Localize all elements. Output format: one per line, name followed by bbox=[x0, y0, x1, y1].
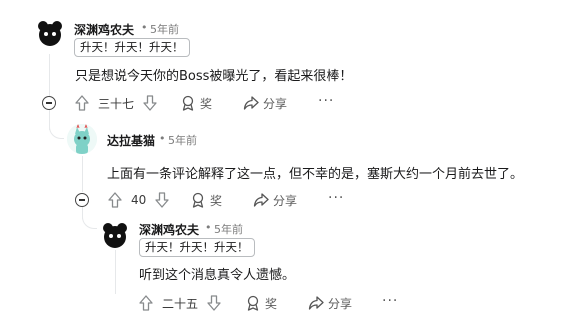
comment-author[interactable]: 深渊鸡农夫 bbox=[139, 221, 199, 238]
user-flair: 升天！升天！升天！ bbox=[139, 238, 255, 257]
comment-timestamp[interactable]: 5年前 bbox=[150, 21, 179, 37]
avatar[interactable] bbox=[100, 220, 130, 250]
vote-controls: 三十七 bbox=[75, 93, 157, 113]
teal-cat-avatar-icon bbox=[67, 124, 97, 154]
minus-icon bbox=[46, 102, 52, 104]
user-flair: 升天！升天！升天！ bbox=[74, 38, 190, 57]
thread-line-reply-2 bbox=[115, 250, 116, 294]
separator-dot: • bbox=[159, 132, 166, 145]
upvote-icon[interactable] bbox=[139, 295, 153, 311]
separator-dot: • bbox=[141, 21, 148, 34]
avatar[interactable] bbox=[67, 124, 97, 154]
award-button[interactable]: 奖 bbox=[180, 93, 212, 113]
share-label: 分享 bbox=[328, 296, 353, 311]
comment-author[interactable]: 达拉基猫 bbox=[107, 132, 155, 149]
award-label: 奖 bbox=[265, 296, 278, 311]
vote-count: 三十七 bbox=[98, 96, 135, 111]
thread-line-root bbox=[49, 54, 50, 97]
comment-author[interactable]: 深渊鸡农夫 bbox=[74, 21, 134, 38]
share-label: 分享 bbox=[273, 193, 298, 208]
more-options-button[interactable]: ··· bbox=[382, 293, 398, 309]
black-creature-avatar-icon bbox=[35, 18, 65, 48]
award-icon bbox=[247, 295, 259, 311]
award-button[interactable]: 奖 bbox=[190, 190, 222, 210]
award-icon bbox=[192, 192, 204, 208]
share-label: 分享 bbox=[263, 96, 288, 111]
downvote-icon[interactable] bbox=[155, 192, 169, 208]
share-button[interactable]: 分享 bbox=[253, 190, 297, 210]
comment-body: 听到这个消息真令人遗憾。 bbox=[139, 268, 296, 283]
collapse-thread-button[interactable] bbox=[75, 193, 89, 207]
vote-count: 40 bbox=[131, 193, 147, 207]
vote-controls: 二十五 bbox=[139, 293, 221, 313]
share-button[interactable]: 分享 bbox=[243, 93, 287, 113]
minus-icon bbox=[79, 199, 85, 201]
separator-dot: • bbox=[205, 221, 212, 234]
more-options-button[interactable]: ··· bbox=[318, 93, 334, 109]
comment-body: 上面有一条评论解释了这一点，但不幸的是，塞斯大约一个月前去世了。 bbox=[107, 167, 524, 182]
black-creature-avatar-icon bbox=[100, 220, 130, 250]
comment-body: 只是想说今天你的Boss被曝光了，看起来很棒！ bbox=[75, 69, 353, 84]
more-options-button[interactable]: ··· bbox=[328, 190, 344, 206]
share-arrow-icon bbox=[308, 296, 324, 310]
share-arrow-icon bbox=[253, 193, 269, 207]
upvote-icon[interactable] bbox=[108, 192, 122, 208]
upvote-icon[interactable] bbox=[75, 95, 89, 111]
award-label: 奖 bbox=[210, 193, 223, 208]
award-label: 奖 bbox=[200, 96, 213, 111]
share-button[interactable]: 分享 bbox=[308, 293, 352, 313]
share-arrow-icon bbox=[243, 96, 259, 110]
downvote-icon[interactable] bbox=[207, 295, 221, 311]
comment-timestamp[interactable]: 5年前 bbox=[214, 221, 243, 237]
thread-connector-reply-2 bbox=[82, 214, 97, 229]
award-icon bbox=[182, 95, 194, 111]
collapse-thread-button[interactable] bbox=[42, 96, 56, 110]
award-button[interactable]: 奖 bbox=[245, 293, 277, 313]
vote-controls: 40 bbox=[108, 190, 169, 210]
comment-timestamp[interactable]: 5年前 bbox=[168, 132, 197, 148]
avatar[interactable] bbox=[35, 18, 65, 48]
vote-count: 二十五 bbox=[162, 296, 199, 311]
thread-connector-reply-1 bbox=[49, 124, 64, 139]
thread-line-reply-1 bbox=[82, 156, 83, 192]
downvote-icon[interactable] bbox=[143, 95, 157, 111]
